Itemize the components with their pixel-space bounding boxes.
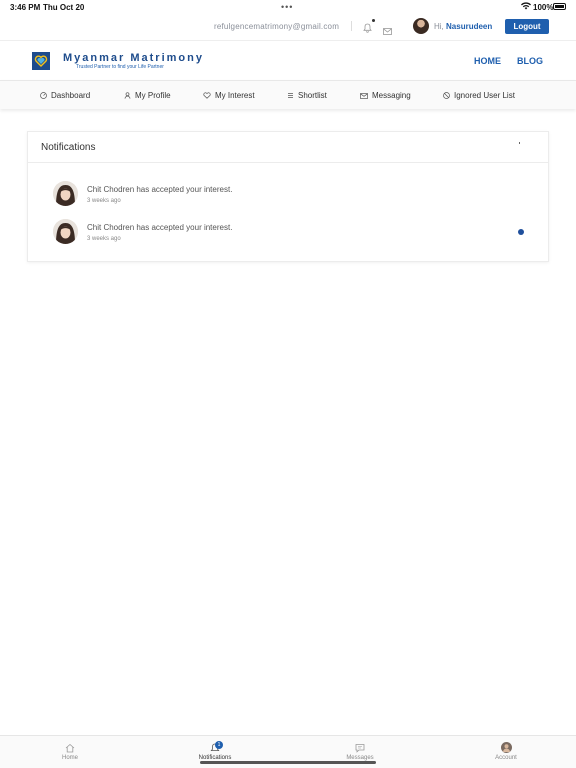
tab-dashboard[interactable]: Dashboard bbox=[40, 91, 90, 100]
bottom-tab-home[interactable]: Home bbox=[40, 742, 100, 761]
block-icon bbox=[443, 92, 450, 99]
user-greeting[interactable]: Hi, Nasurudeen bbox=[434, 22, 492, 31]
tab-label: My Profile bbox=[135, 91, 171, 100]
tab-label: My Interest bbox=[215, 91, 255, 100]
status-bar: 3:46 PM Thu Oct 20 ••• 100% bbox=[0, 0, 576, 14]
wifi-icon bbox=[521, 2, 531, 12]
battery-icon bbox=[553, 3, 566, 10]
heart-logo-icon bbox=[34, 55, 48, 67]
profile-photo[interactable] bbox=[53, 181, 78, 206]
chat-icon bbox=[355, 742, 365, 753]
notification-dot bbox=[372, 19, 375, 22]
bottom-tab-label: Home bbox=[61, 755, 78, 761]
logout-button[interactable]: Logout bbox=[505, 19, 549, 34]
bottom-tab-account[interactable]: Account bbox=[476, 742, 536, 761]
divider bbox=[351, 21, 352, 31]
mail-icon[interactable] bbox=[383, 22, 392, 40]
notification-time: 3 weeks ago bbox=[87, 236, 121, 242]
mail-icon bbox=[360, 92, 368, 99]
card-title: Notifications bbox=[41, 142, 96, 153]
status-time: 3:46 PM bbox=[10, 3, 41, 12]
multitasking-dots-icon[interactable]: ••• bbox=[281, 2, 293, 12]
battery-percent: 100% bbox=[533, 3, 554, 12]
tab-label: Dashboard bbox=[51, 91, 91, 100]
bell-icon[interactable] bbox=[363, 20, 372, 38]
notification-item[interactable]: Chit Chodren has accepted your interest.… bbox=[28, 219, 548, 249]
contact-email[interactable]: refulgencematrimony@gmail.com bbox=[214, 22, 339, 31]
heart-icon bbox=[203, 92, 211, 99]
brand-tagline: Trusted Partner to find your Life Partne… bbox=[76, 64, 164, 70]
bottom-tab-messages[interactable]: Messages bbox=[330, 742, 390, 761]
user-name: Nasurudeen bbox=[446, 22, 493, 31]
brand-name[interactable]: Myanmar Matrimony bbox=[63, 52, 204, 64]
unread-indicator bbox=[518, 229, 524, 235]
bell-icon: 1 bbox=[210, 741, 223, 753]
user-avatar[interactable] bbox=[413, 18, 429, 34]
tab-label: Messaging bbox=[372, 91, 411, 100]
notification-badge: 1 bbox=[215, 741, 223, 749]
home-icon bbox=[65, 742, 75, 753]
brand-header: Myanmar Matrimony Trusted Partner to fin… bbox=[0, 40, 576, 80]
home-indicator[interactable] bbox=[200, 761, 376, 764]
nav-blog-link[interactable]: BLOG bbox=[517, 56, 543, 66]
notification-item[interactable]: Chit Chodren has accepted your interest.… bbox=[28, 181, 548, 211]
notification-message: Chit Chodren has accepted your interest. bbox=[87, 185, 233, 194]
logo[interactable] bbox=[32, 52, 50, 70]
notification-time: 3 weeks ago bbox=[87, 198, 121, 204]
card-header: Notifications bbox=[28, 132, 548, 163]
nav-home-link[interactable]: HOME bbox=[474, 56, 501, 66]
notification-message: Chit Chodren has accepted your interest. bbox=[87, 223, 233, 232]
more-options-icon[interactable] bbox=[516, 140, 522, 152]
greeting-prefix: Hi, bbox=[434, 22, 444, 31]
account-bar: refulgencematrimony@gmail.com Hi, Nasuru… bbox=[0, 14, 576, 40]
tab-ignored-user-list[interactable]: Ignored User List bbox=[443, 91, 515, 100]
dashboard-tabs: Dashboard My Profile My Interest Shortli… bbox=[0, 80, 576, 109]
dashboard-icon bbox=[40, 92, 47, 99]
profile-photo[interactable] bbox=[53, 219, 78, 244]
user-icon bbox=[124, 92, 131, 99]
tab-label: Ignored User List bbox=[454, 91, 515, 100]
bottom-tab-label: Account bbox=[495, 755, 517, 761]
avatar-icon bbox=[500, 742, 512, 753]
list-icon bbox=[288, 93, 293, 98]
bottom-tab-notifications[interactable]: 1 Notifications bbox=[185, 741, 245, 761]
status-date: Thu Oct 20 bbox=[43, 3, 85, 12]
tab-label: Shortlist bbox=[298, 91, 327, 100]
tab-my-interest[interactable]: My Interest bbox=[203, 91, 255, 100]
notifications-card: Notifications Chit Chodren has accepted … bbox=[27, 131, 549, 262]
tab-messaging[interactable]: Messaging bbox=[360, 91, 411, 100]
tab-shortlist[interactable]: Shortlist bbox=[287, 91, 327, 100]
tab-my-profile[interactable]: My Profile bbox=[124, 91, 171, 100]
